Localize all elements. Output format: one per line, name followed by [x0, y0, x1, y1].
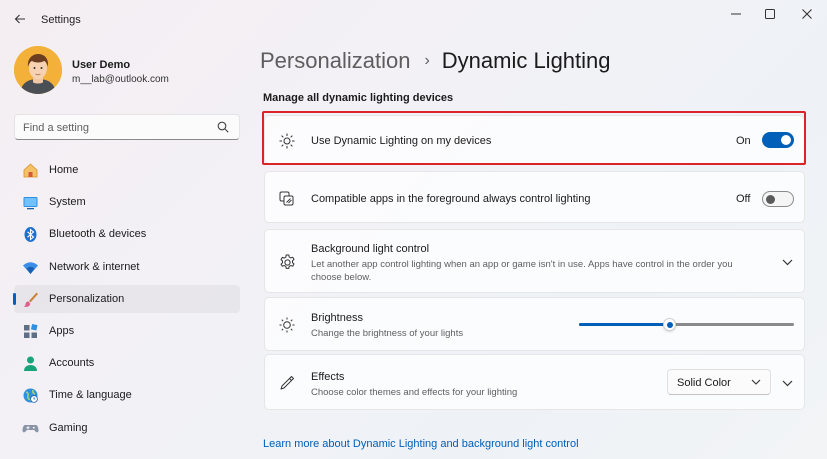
back-button[interactable]	[10, 9, 30, 29]
sidebar-item-label: System	[49, 196, 86, 209]
close-icon	[802, 9, 812, 19]
breadcrumb: Personalization › Dynamic Lighting	[260, 44, 611, 78]
slider-fill	[579, 323, 670, 326]
setting-title: Brightness	[311, 312, 363, 324]
system-icon	[22, 194, 39, 211]
dynamic-lighting-toggle[interactable]	[762, 132, 794, 148]
chevron-down-icon[interactable]	[780, 255, 794, 269]
home-icon	[22, 162, 39, 179]
expand-chevron-icon[interactable]	[780, 376, 794, 390]
apps-lighting-icon	[278, 190, 296, 208]
search-box[interactable]	[14, 114, 240, 140]
sidebar-item-bluetooth[interactable]: Bluetooth & devices	[14, 220, 240, 248]
dynamic-lighting-icon	[278, 132, 296, 150]
minimize-icon	[731, 13, 741, 15]
sidebar-item-time-language[interactable]: Time & language	[14, 381, 240, 409]
sidebar-item-personalization[interactable]: Personalization	[13, 284, 240, 313]
learn-more-link[interactable]: Learn more about Dynamic Lighting and ba…	[263, 438, 579, 450]
setting-description-line2: choose below.	[311, 272, 372, 283]
toggle-knob	[766, 194, 775, 204]
effects-card: Effects Choose color themes and effects …	[264, 354, 805, 410]
effects-dropdown[interactable]: Solid Color	[667, 369, 771, 395]
accounts-icon	[22, 355, 39, 372]
brightness-card: Brightness Change the brightness of your…	[264, 297, 805, 351]
sidebar-item-label: Accounts	[49, 357, 95, 370]
sidebar-item-label: Bluetooth & devices	[49, 228, 147, 241]
sidebar: User Demo m__lab@outlook.com Home System…	[0, 34, 252, 459]
search-input[interactable]	[23, 119, 213, 136]
nav-list: Home System Bluetooth & devices Network …	[13, 156, 240, 446]
maximize-button[interactable]	[753, 5, 787, 23]
toggle-state-label: On	[736, 135, 751, 147]
gamepad-icon	[22, 420, 39, 437]
globe-icon	[22, 387, 39, 404]
page-title: Dynamic Lighting	[441, 48, 611, 73]
setting-description: Choose color themes and effects for your…	[311, 387, 518, 398]
breadcrumb-separator: ›	[424, 52, 430, 69]
gear-icon	[278, 253, 296, 271]
sidebar-item-label: Time & language	[49, 389, 132, 402]
setting-title: Effects	[311, 371, 345, 383]
section-title: Manage all dynamic lighting devices	[263, 92, 454, 104]
avatar[interactable]	[14, 46, 62, 94]
toggle-knob	[781, 135, 791, 145]
search-icon	[217, 121, 229, 133]
sidebar-item-system[interactable]: System	[14, 188, 240, 216]
sidebar-item-accounts[interactable]: Accounts	[14, 349, 240, 377]
maximize-icon	[765, 9, 775, 19]
setting-title: Background light control	[311, 243, 430, 255]
brightness-slider[interactable]	[579, 318, 794, 331]
sidebar-item-home[interactable]: Home	[14, 156, 240, 184]
background-light-control-card[interactable]: Background light control Let another app…	[264, 229, 805, 293]
sidebar-item-label: Apps	[49, 324, 75, 337]
wifi-icon	[22, 259, 39, 276]
use-dynamic-lighting-card: Use Dynamic Lighting on my devices On	[264, 115, 805, 164]
slider-thumb[interactable]	[662, 318, 676, 331]
user-email: m__lab@outlook.com	[72, 74, 169, 85]
minimize-button[interactable]	[719, 5, 753, 23]
setting-description-line1: Let another app control lighting when an…	[311, 259, 733, 270]
user-name: User Demo	[72, 59, 131, 71]
brightness-icon	[278, 316, 296, 334]
breadcrumb-parent[interactable]: Personalization	[260, 48, 410, 74]
bluetooth-icon	[22, 226, 39, 243]
app-title: Settings	[41, 14, 81, 26]
close-button[interactable]	[790, 5, 824, 23]
setting-title: Use Dynamic Lighting on my devices	[311, 135, 492, 147]
pen-icon	[278, 374, 296, 392]
sidebar-item-gaming[interactable]: Gaming	[14, 414, 240, 442]
compatible-apps-card: Compatible apps in the foreground always…	[264, 171, 805, 223]
user-avatar-icon	[14, 46, 62, 94]
chevron-down-icon	[751, 379, 761, 385]
apps-icon	[22, 323, 39, 340]
sidebar-item-label: Home	[49, 164, 79, 176]
brush-icon	[22, 291, 39, 308]
toggle-state-label: Off	[736, 193, 751, 205]
setting-description: Change the brightness of your lights	[311, 328, 464, 339]
title-bar: Settings	[0, 0, 827, 34]
dropdown-value: Solid Color	[677, 377, 731, 389]
sidebar-item-apps[interactable]: Apps	[14, 317, 240, 345]
sidebar-item-label: Gaming	[49, 421, 88, 434]
sidebar-item-network[interactable]: Network & internet	[14, 253, 240, 281]
compatible-apps-toggle[interactable]	[762, 191, 794, 207]
setting-title: Compatible apps in the foreground always…	[311, 193, 591, 205]
arrow-left-icon	[14, 14, 25, 24]
sidebar-item-label: Network & internet	[49, 260, 140, 273]
sidebar-item-label: Personalization	[49, 292, 125, 305]
